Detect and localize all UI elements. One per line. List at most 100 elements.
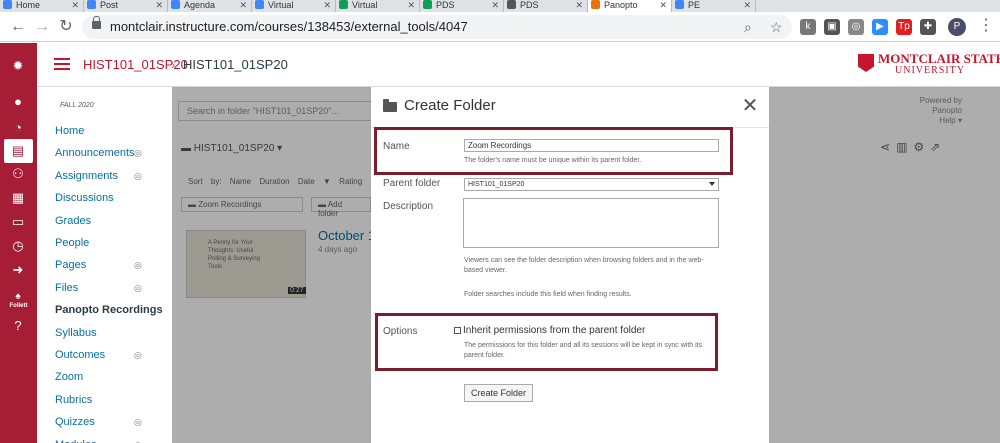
browser-tab[interactable]: PDS ✕: [420, 0, 504, 12]
close-tab-icon[interactable]: ✕: [491, 0, 499, 10]
browser-tab[interactable]: Virtual ✕: [252, 0, 336, 12]
university-shield-icon: [858, 54, 874, 72]
course-nav-item[interactable]: Home: [55, 124, 84, 138]
tab-favicon-icon: [507, 0, 516, 9]
university-logo-top: MONTCLAIR STATE: [878, 51, 1000, 66]
course-nav-item[interactable]: Pages: [55, 258, 86, 272]
folder-icon: [383, 99, 397, 112]
puzzle-extension-icon[interactable]: ✚: [920, 19, 936, 35]
close-tab-icon[interactable]: ✕: [575, 0, 583, 10]
tab-favicon-icon: [423, 0, 432, 9]
close-tab-icon[interactable]: ✕: [659, 0, 667, 10]
course-nav-item[interactable]: Assignments: [55, 169, 118, 183]
browser-tab[interactable]: Home ✕: [0, 0, 84, 12]
lock-icon: [92, 16, 101, 29]
close-tab-icon[interactable]: ✕: [71, 0, 79, 10]
hidden-eye-icon: ◎: [134, 350, 142, 360]
browser-menu-icon[interactable]: ⋮: [978, 16, 994, 36]
forward-arrow-icon[interactable]: →: [32, 17, 52, 37]
shield-extension-icon[interactable]: ◎: [848, 19, 864, 35]
tp-extension-icon[interactable]: Tp: [896, 19, 912, 35]
close-tab-icon[interactable]: ✕: [407, 0, 415, 10]
course-nav-item[interactable]: Announcements: [55, 146, 135, 160]
global-navigation: ✹ ● ◔ ▤ ⚇ ▦ ▭ ◷ ➜ ♠ Follett ?: [0, 43, 37, 443]
browser-tab[interactable]: PE ✕: [672, 0, 756, 12]
bookmark-star-icon[interactable]: ☆: [770, 18, 783, 36]
tab-label: Home: [16, 0, 41, 10]
course-nav-item[interactable]: Zoom: [55, 370, 83, 384]
course-nav-item[interactable]: Panopto Recordings: [55, 303, 163, 317]
tab-label: PE: [688, 0, 701, 10]
description-textarea[interactable]: [463, 198, 719, 248]
tab-label: Agenda: [184, 0, 216, 10]
close-tab-icon[interactable]: ✕: [743, 0, 751, 10]
description-hint-2: Folder searches include this field when …: [464, 291, 632, 298]
university-logo-bottom: UNIVERSITY: [895, 65, 965, 76]
parent-folder-select[interactable]: HIST101_01SP20: [464, 178, 719, 191]
course-nav-item[interactable]: Grades: [55, 214, 91, 228]
tab-favicon-icon: [171, 0, 180, 9]
dialog-title: Create Folder: [404, 97, 496, 114]
groups-icon[interactable]: ⚇: [9, 165, 27, 183]
hidden-eye-icon: ◎: [134, 282, 142, 293]
k-extension-icon[interactable]: k: [800, 19, 816, 35]
browser-tab[interactable]: Agenda ✕: [168, 0, 252, 12]
parent-folder-label: Parent folder: [383, 178, 441, 189]
reload-icon[interactable]: ↻: [56, 17, 76, 37]
calendar-icon[interactable]: ▦: [9, 189, 27, 207]
tab-favicon-icon: [255, 0, 264, 9]
history-icon[interactable]: ◷: [9, 237, 27, 255]
montclair-logo-icon[interactable]: ✹: [9, 57, 27, 75]
browser-tab[interactable]: Virtual ✕: [336, 0, 420, 12]
tab-favicon-icon: [675, 0, 684, 9]
zoom-lens-icon[interactable]: ⌕: [744, 18, 752, 36]
browser-tab[interactable]: Panopto ✕: [588, 0, 672, 12]
close-tab-icon[interactable]: ✕: [323, 0, 331, 10]
hidden-eye-icon: ◎: [134, 170, 142, 181]
browser-tab[interactable]: PDS ✕: [504, 0, 588, 12]
browser-tab[interactable]: Post ✕: [84, 0, 168, 12]
chevron-down-icon: [709, 182, 715, 186]
course-term: FALL 2020: [60, 102, 94, 109]
description-label: Description: [383, 201, 434, 212]
course-nav-item[interactable]: Syllabus: [55, 326, 97, 340]
help-icon[interactable]: ?: [9, 317, 27, 335]
description-hint-1: Viewers can see the folder description w…: [464, 257, 704, 274]
hidden-eye-icon: ◎: [134, 417, 142, 428]
tab-label: Panopto: [604, 0, 638, 10]
course-nav-item[interactable]: Discussions: [55, 191, 114, 205]
zoom-extension-icon[interactable]: ▶: [872, 19, 888, 35]
tab-label: PDS: [520, 0, 539, 10]
tab-label: Post: [100, 0, 119, 10]
tab-favicon-icon: [87, 0, 96, 9]
profile-avatar[interactable]: P: [948, 18, 966, 36]
tab-label: PDS: [436, 0, 455, 10]
browser-tab-strip: Home ✕ Post ✕ Agenda ✕ Virtual ✕ Virtual ✕ PDS ✕ PDS…: [0, 0, 1000, 12]
follett-label: Follett: [9, 303, 28, 309]
hidden-eye-icon: ◎: [134, 260, 142, 271]
dashboard-icon[interactable]: ◔: [9, 119, 27, 137]
create-folder-button[interactable]: Create Folder: [464, 384, 533, 402]
tab-label: Virtual: [268, 0, 294, 10]
hidden-eye-icon: ◎: [134, 148, 142, 159]
course-nav-item[interactable]: People: [55, 236, 89, 250]
close-tab-icon[interactable]: ✕: [239, 0, 247, 10]
tab-favicon-icon: [3, 0, 12, 9]
address-bar[interactable]: montclair.instructure.com/courses/138453…: [82, 15, 792, 39]
tab-favicon-icon: [339, 0, 348, 9]
back-arrow-icon[interactable]: ←: [8, 17, 28, 37]
course-menu-icon[interactable]: [54, 58, 70, 70]
course-nav-item[interactable]: Rubrics: [55, 393, 92, 407]
close-icon[interactable]: ✕: [740, 95, 760, 117]
courses-icon[interactable]: ▤: [9, 142, 27, 160]
account-icon[interactable]: ●: [9, 93, 27, 111]
inbox-icon[interactable]: ▭: [9, 213, 27, 231]
course-nav-item[interactable]: Modules: [55, 438, 97, 443]
course-nav-item[interactable]: Quizzes: [55, 415, 95, 429]
course-nav-item[interactable]: Files: [55, 281, 78, 295]
course-nav-item[interactable]: Outcomes: [55, 348, 105, 362]
bookmark-extension-icon[interactable]: ▣: [824, 19, 840, 35]
close-tab-icon[interactable]: ✕: [155, 0, 163, 10]
breadcrumb-separator: ›: [171, 57, 176, 72]
commons-icon[interactable]: ➜: [9, 261, 27, 279]
